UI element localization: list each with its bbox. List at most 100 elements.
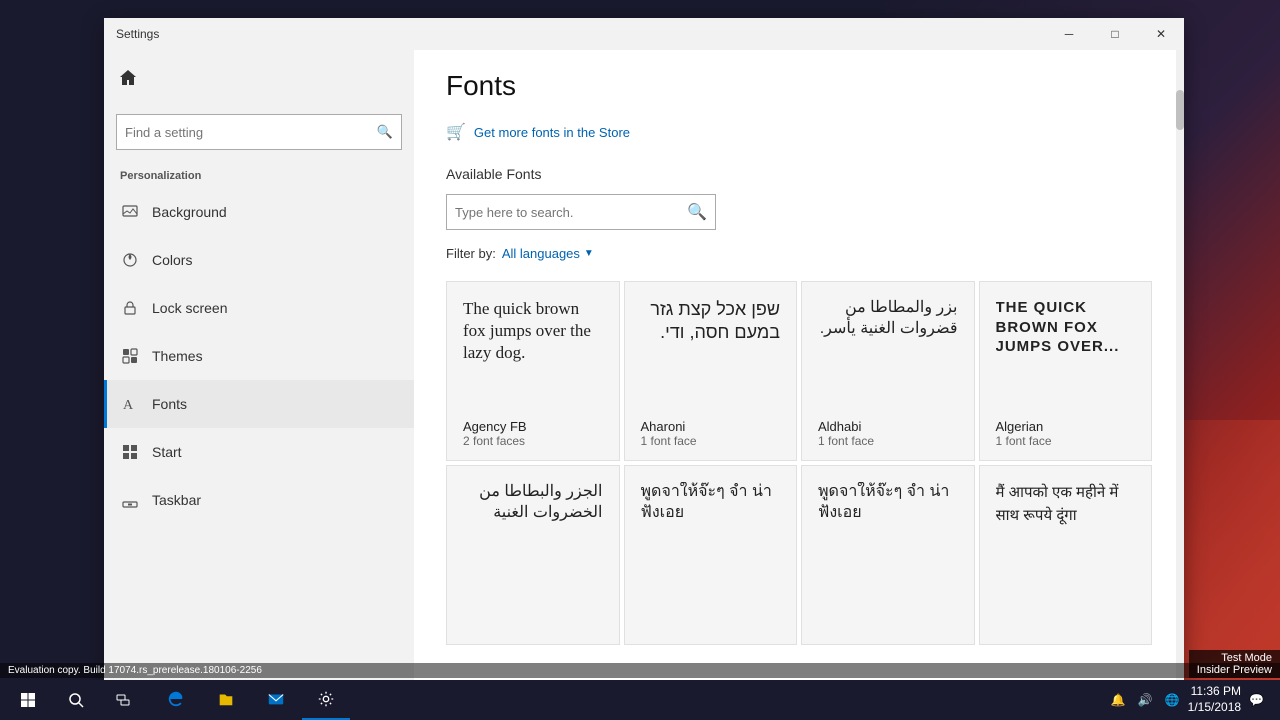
start-label: Start xyxy=(152,444,182,460)
font-preview: The quick brown fox jumps over the lazy … xyxy=(463,298,603,407)
background-icon xyxy=(120,202,140,222)
font-preview-text: بزر والمطاطا من قضروات الغنية يأسر. xyxy=(818,298,958,340)
fonts-grid: The quick brown fox jumps over the lazy … xyxy=(446,281,1152,645)
font-preview-text: THE QUICK BROWN FOX JUMPS OVER... xyxy=(996,298,1136,357)
colors-icon xyxy=(120,250,140,270)
font-preview: मैं आपको एक महीने में साथ रूपये दूंगा xyxy=(996,482,1136,620)
store-icon: 🛒 xyxy=(446,122,466,142)
settings-icon xyxy=(317,690,335,708)
filter-label: Filter by: xyxy=(446,246,496,261)
font-card[interactable]: The quick brown fox jumps over the lazy … xyxy=(446,281,620,461)
font-card[interactable]: พูดจาให้จ๊ะๆ จํา น่าฟังเอย xyxy=(801,465,975,645)
sidebar-section-label: Personalization xyxy=(104,158,414,188)
taskbar-app-mail[interactable] xyxy=(252,680,300,720)
font-preview: שפן אכל קצת גזר במעם חסה, ודי. xyxy=(641,298,781,407)
font-faces: 1 font face xyxy=(641,434,781,448)
font-preview-text: The quick brown fox jumps over the lazy … xyxy=(463,298,603,364)
font-card[interactable]: بزر والمطاطا من قضروات الغنية يأسر. Aldh… xyxy=(801,281,975,461)
taskbar-app-settings[interactable] xyxy=(302,680,350,720)
font-card[interactable]: พูดจาให้จ๊ะๆ จํา น่าฟังเอย xyxy=(624,465,798,645)
font-name: Aldhabi xyxy=(818,419,958,434)
font-faces: 1 font face xyxy=(818,434,958,448)
taskbar-start-button[interactable] xyxy=(4,680,52,720)
close-button[interactable]: ✕ xyxy=(1138,18,1184,50)
task-view-icon xyxy=(116,692,132,708)
main-area: 🔍 Personalization Background Colors xyxy=(104,50,1184,701)
font-preview-text: الجزر والبطاطا من الخضروات الغنية xyxy=(463,482,603,524)
scrollbar[interactable] xyxy=(1176,50,1184,701)
search-box[interactable]: 🔍 xyxy=(116,114,402,150)
font-preview-text: พูดจาให้จ๊ะๆ จํา น่าฟังเอย xyxy=(818,482,958,524)
sidebar-item-start[interactable]: Start xyxy=(104,428,414,476)
font-preview: THE QUICK BROWN FOX JUMPS OVER... xyxy=(996,298,1136,407)
font-preview: พูดจาให้จ๊ะๆ จํา น่าฟังเอย xyxy=(641,482,781,620)
taskbar-app-files[interactable] xyxy=(202,680,250,720)
font-card[interactable]: THE QUICK BROWN FOX JUMPS OVER... Algeri… xyxy=(979,281,1153,461)
home-button[interactable] xyxy=(104,54,152,102)
font-search-input[interactable] xyxy=(455,205,687,220)
tray-time[interactable]: 11:36 PM 1/15/2018 xyxy=(1188,684,1241,715)
filter-dropdown[interactable]: All languages ▼ xyxy=(502,246,594,261)
content-panel: Fonts 🛒 Get more fonts in the Store Avai… xyxy=(414,50,1184,701)
action-center-icon[interactable]: 💬 xyxy=(1245,691,1268,709)
font-search-box[interactable]: 🔍 xyxy=(446,194,716,230)
font-faces: 2 font faces xyxy=(463,434,603,448)
search-container: 🔍 xyxy=(104,106,414,158)
search-icon: 🔍 xyxy=(377,124,393,140)
font-preview-text: שפן אכל קצת גזר במעם חסה, ודי. xyxy=(641,298,781,345)
store-link-text: Get more fonts in the Store xyxy=(474,125,630,140)
taskbar-apps xyxy=(152,680,350,720)
filter-value: All languages xyxy=(502,246,580,261)
taskbar: 🔔 🔊 🌐 11:36 PM 1/15/2018 💬 xyxy=(0,680,1280,720)
test-mode: Test Mode Insider Preview xyxy=(1189,650,1280,678)
sidebar-item-colors[interactable]: Colors xyxy=(104,236,414,284)
chevron-down-icon: ▼ xyxy=(584,248,594,259)
font-preview: بزر والمطاطا من قضروات الغنية يأسر. xyxy=(818,298,958,407)
window-title: Settings xyxy=(116,27,159,41)
sidebar-item-lock-screen[interactable]: Lock screen xyxy=(104,284,414,332)
taskbar-nav-icon xyxy=(120,490,140,510)
taskbar-label: Taskbar xyxy=(152,492,201,508)
date-display: 1/15/2018 xyxy=(1188,700,1241,716)
sidebar-item-themes[interactable]: Themes xyxy=(104,332,414,380)
time-display: 11:36 PM xyxy=(1188,684,1241,700)
windows-icon xyxy=(20,692,36,708)
font-name: Aharoni xyxy=(641,419,781,434)
sidebar-item-background[interactable]: Background xyxy=(104,188,414,236)
font-card[interactable]: मैं आपको एक महीने में साथ रूपये दूंगा xyxy=(979,465,1153,645)
themes-label: Themes xyxy=(152,348,203,364)
eval-copy-text: Evaluation copy. Build 17074.rs_prerelea… xyxy=(8,665,262,676)
sidebar-item-taskbar[interactable]: Taskbar xyxy=(104,476,414,524)
edge-icon xyxy=(167,690,185,708)
tray-volume[interactable]: 🔊 xyxy=(1134,691,1157,709)
content-inner: Fonts 🛒 Get more fonts in the Store Avai… xyxy=(414,50,1184,701)
themes-icon xyxy=(120,346,140,366)
font-preview-text: พูดจาให้จ๊ะๆ จํา น่าฟังเอย xyxy=(641,482,781,524)
store-link[interactable]: 🛒 Get more fonts in the Store xyxy=(446,122,1152,142)
fonts-label: Fonts xyxy=(152,396,187,412)
available-fonts-title: Available Fonts xyxy=(446,166,1152,182)
tray-notification[interactable]: 🔔 xyxy=(1107,691,1130,709)
start-nav-icon xyxy=(120,442,140,462)
settings-window: Settings ─ □ ✕ 🔍 Personalization xyxy=(104,18,1184,701)
mail-icon xyxy=(267,690,285,708)
taskbar-app-edge[interactable] xyxy=(152,680,200,720)
font-preview-text: मैं आपको एक महीने में साथ रूपये दूंगा xyxy=(996,482,1136,527)
font-card[interactable]: שפן אכל קצת גזר במעם חסה, ודי. Aharoni 1… xyxy=(624,281,798,461)
font-card[interactable]: الجزر والبطاطا من الخضروات الغنية xyxy=(446,465,620,645)
taskbar-search-button[interactable] xyxy=(52,680,100,720)
tray-network[interactable]: 🌐 xyxy=(1161,691,1184,709)
scrollbar-thumb[interactable] xyxy=(1176,90,1184,130)
titlebar: Settings ─ □ ✕ xyxy=(104,18,1184,50)
eval-copy: Evaluation copy. Build 17074.rs_prerelea… xyxy=(0,663,1280,678)
font-search-icon: 🔍 xyxy=(687,202,707,222)
search-input[interactable] xyxy=(125,125,377,140)
background-label: Background xyxy=(152,204,227,220)
taskbar-search-icon xyxy=(68,692,84,708)
taskbar-task-view-button[interactable] xyxy=(100,680,148,720)
minimize-button[interactable]: ─ xyxy=(1046,18,1092,50)
window-controls: ─ □ ✕ xyxy=(1046,18,1184,50)
maximize-button[interactable]: □ xyxy=(1092,18,1138,50)
sidebar-item-fonts[interactable]: A Fonts xyxy=(104,380,414,428)
page-title: Fonts xyxy=(446,70,1152,102)
